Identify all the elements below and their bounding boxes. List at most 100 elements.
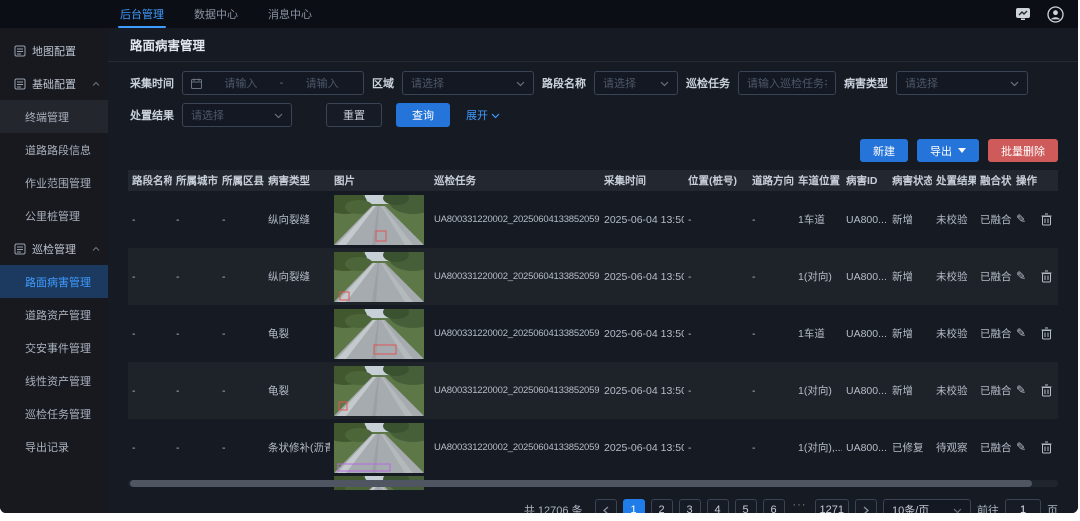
chevron-down-icon xyxy=(274,111,283,120)
sidebar-item-终端管理[interactable]: 终端管理 xyxy=(0,100,108,133)
task-input[interactable]: 请输入巡检任务名称 xyxy=(738,71,836,95)
expand-link[interactable]: 展开 xyxy=(466,107,500,123)
cell-position: - xyxy=(684,271,748,283)
page-button-1271[interactable]: 1271 xyxy=(815,499,849,513)
sidebar-item-label: 终端管理 xyxy=(25,109,69,125)
cell-city: - xyxy=(172,271,218,283)
goto-page-input[interactable] xyxy=(1005,499,1041,513)
cell-direction: - xyxy=(748,214,794,226)
damage-photo[interactable] xyxy=(334,252,426,302)
cell-result: 未校验 xyxy=(932,326,976,341)
region-label: 区域 xyxy=(372,75,394,91)
topbar: 后台管理数据中心消息中心 xyxy=(0,0,1078,28)
cell-position: - xyxy=(684,442,748,454)
delete-icon[interactable] xyxy=(1041,441,1054,454)
export-button-label: 导出 xyxy=(930,143,952,159)
sidebar-item-导出记录[interactable]: 导出记录 xyxy=(0,430,108,463)
table-row: ---龟裂UA800331220002_20250604133852059202… xyxy=(128,362,1058,419)
sidebar-item-作业范围管理[interactable]: 作业范围管理 xyxy=(0,166,108,199)
cell-type: 龟裂 xyxy=(264,383,330,398)
page-header: 路面病害管理 xyxy=(108,28,1078,62)
row-actions: ✎ xyxy=(1012,441,1060,454)
main-content: 路面病害管理 采集时间 请输入 - 请输入 区域 请选 xyxy=(108,28,1078,513)
horizontal-scrollbar-track xyxy=(128,480,1058,487)
edit-icon[interactable]: ✎ xyxy=(1016,213,1029,226)
edit-icon[interactable]: ✎ xyxy=(1016,270,1029,283)
reset-button[interactable]: 重置 xyxy=(326,103,382,127)
top-tab-消息中心[interactable]: 消息中心 xyxy=(266,0,314,28)
sidebar-item-公里桩管理[interactable]: 公里桩管理 xyxy=(0,199,108,232)
disease-type-select[interactable]: 请选择 xyxy=(896,71,1028,95)
table-header-row: 路段名称所属城市所属区县病害类型图片巡检任务采集时间位置(桩号)道路方向车道位置… xyxy=(128,170,1058,191)
table-body: ---纵向裂缝UA800331220002_202506041338520592… xyxy=(128,191,1058,476)
prev-page-button[interactable] xyxy=(595,499,617,513)
caret-down-icon xyxy=(958,148,966,153)
road-name-placeholder: 请选择 xyxy=(603,75,636,91)
cell-disease_id: UA800... xyxy=(842,328,888,340)
monitor-screen-icon[interactable] xyxy=(1014,5,1032,23)
damage-photo[interactable] xyxy=(334,309,426,359)
top-tab-后台管理[interactable]: 后台管理 xyxy=(118,0,166,28)
create-button[interactable]: 新建 xyxy=(860,139,908,162)
cell-fusion: 已融合 xyxy=(976,383,1012,398)
delete-icon[interactable] xyxy=(1041,384,1054,397)
edit-icon[interactable]: ✎ xyxy=(1016,327,1029,340)
delete-icon[interactable] xyxy=(1041,327,1054,340)
sidebar-item-基础配置[interactable]: 基础配置 xyxy=(0,67,108,100)
column-header-车道位置: 车道位置 xyxy=(794,173,842,188)
cell-type: 龟裂 xyxy=(264,326,330,341)
damage-photo[interactable] xyxy=(334,366,426,416)
cell-task: UA800331220002_20250604133852059 xyxy=(430,328,600,339)
row-actions: ✎ xyxy=(1012,213,1060,226)
sidebar-item-巡检管理[interactable]: 巡检管理 xyxy=(0,232,108,265)
sidebar-item-路面病害管理[interactable]: 路面病害管理 xyxy=(0,265,108,298)
page-button-1[interactable]: 1 xyxy=(623,499,645,513)
sidebar-item-label: 线性资产管理 xyxy=(25,373,91,389)
photo-cell xyxy=(330,366,430,416)
delete-icon[interactable] xyxy=(1041,270,1054,283)
page-ellipsis[interactable]: ··· xyxy=(791,499,809,513)
cell-time: 2025-06-04 13:50 xyxy=(600,385,684,397)
batch-delete-button[interactable]: 批量删除 xyxy=(988,139,1058,162)
damage-photo[interactable] xyxy=(334,423,426,473)
page-button-2[interactable]: 2 xyxy=(651,499,673,513)
sidebar-item-label: 道路资产管理 xyxy=(25,307,91,323)
page-button-4[interactable]: 4 xyxy=(707,499,729,513)
export-button[interactable]: 导出 xyxy=(917,139,979,162)
horizontal-scrollbar-thumb[interactable] xyxy=(130,480,1032,487)
edit-icon[interactable]: ✎ xyxy=(1016,441,1029,454)
sidebar-item-交安事件管理[interactable]: 交安事件管理 xyxy=(0,331,108,364)
cell-fusion: 已融合 xyxy=(976,212,1012,227)
edit-icon[interactable]: ✎ xyxy=(1016,384,1029,397)
cell-road: - xyxy=(128,214,172,226)
page-size-select[interactable]: 10条/页 xyxy=(883,499,971,513)
sidebar-item-线性资产管理[interactable]: 线性资产管理 xyxy=(0,364,108,397)
column-header-处置结果: 处置结果 xyxy=(932,173,976,188)
top-tab-数据中心[interactable]: 数据中心 xyxy=(192,0,240,28)
cell-direction: - xyxy=(748,442,794,454)
photo-cell xyxy=(330,423,430,473)
user-avatar-icon[interactable] xyxy=(1046,5,1064,23)
sidebar-item-道路路段信息[interactable]: 道路路段信息 xyxy=(0,133,108,166)
road-name-select[interactable]: 请选择 xyxy=(594,71,678,95)
sidebar-item-地图配置[interactable]: 地图配置 xyxy=(0,34,108,67)
sidebar-item-道路资产管理[interactable]: 道路资产管理 xyxy=(0,298,108,331)
damage-photo[interactable] xyxy=(334,195,426,245)
date-range-input[interactable]: 请输入 - 请输入 xyxy=(182,71,364,95)
cell-time: 2025-06-04 13:50 xyxy=(600,328,684,340)
cell-lane: 1(对向) xyxy=(794,269,842,284)
result-select[interactable]: 请选择 xyxy=(182,103,292,127)
page-button-5[interactable]: 5 xyxy=(735,499,757,513)
page-button-3[interactable]: 3 xyxy=(679,499,701,513)
cell-position: - xyxy=(684,328,748,340)
page-button-6[interactable]: 6 xyxy=(763,499,785,513)
search-button[interactable]: 查询 xyxy=(396,103,450,127)
sidebar-item-巡检任务管理[interactable]: 巡检任务管理 xyxy=(0,397,108,430)
delete-icon[interactable] xyxy=(1041,213,1054,226)
disease-type-label: 病害类型 xyxy=(844,75,888,91)
next-page-button[interactable] xyxy=(855,499,877,513)
region-select[interactable]: 请选择 xyxy=(402,71,534,95)
cell-direction: - xyxy=(748,271,794,283)
cell-lane: 1(对向),... xyxy=(794,440,842,455)
cell-type: 纵向裂缝 xyxy=(264,269,330,284)
